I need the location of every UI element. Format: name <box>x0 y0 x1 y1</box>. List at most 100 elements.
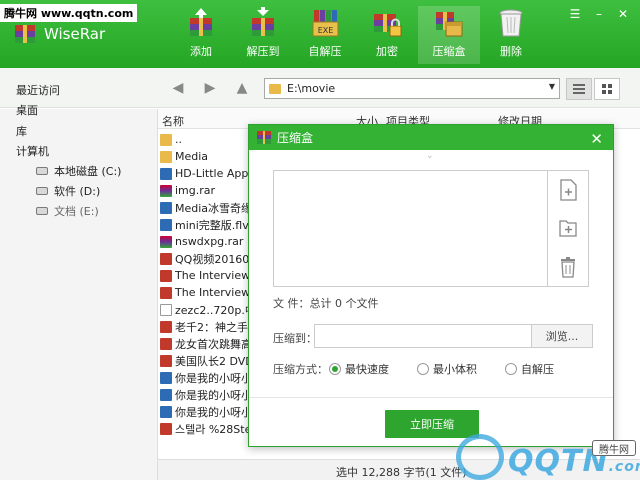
list-view-icon <box>573 84 585 94</box>
window-controls: ☰ – ✕ <box>566 6 632 22</box>
add-label: 添加 <box>190 45 212 58</box>
file-name: nswdxpg.rar <box>175 235 244 248</box>
video-file-icon <box>160 201 172 214</box>
hard-drive-icon <box>36 207 48 215</box>
sidebar-item-label: 文档 (E:) <box>54 205 99 218</box>
video-file-icon <box>160 405 172 418</box>
watermark-site-label: 腾牛网 www.qqtn.com <box>0 4 138 22</box>
add-file-icon[interactable] <box>558 179 578 201</box>
folder-icon <box>269 83 281 94</box>
table-row[interactable]: HD-Little Apple <box>160 165 258 182</box>
back-arrow-icon[interactable]: ◀ <box>170 80 186 96</box>
file-name: .. <box>175 133 182 146</box>
compress-now-button[interactable]: 立即压缩 <box>385 410 479 438</box>
chevron-down-icon[interactable]: ▼ <box>549 82 555 91</box>
dialog-close-icon[interactable]: ✕ <box>590 130 603 148</box>
browse-button[interactable]: 浏览... <box>531 324 593 348</box>
dialog-title: 压缩盒 <box>277 131 314 145</box>
grid-view-button[interactable] <box>594 78 620 100</box>
path-combobox[interactable]: E:\movie ▼ <box>264 78 560 99</box>
mp4-file-icon <box>160 337 172 350</box>
compress-box-icon <box>436 12 463 37</box>
watermark-tag: 腾牛网 <box>592 440 636 456</box>
extract-button[interactable]: 解压到 <box>232 6 294 64</box>
add-button[interactable]: 添加 <box>170 6 232 64</box>
compress-box-button[interactable]: 压缩盒 <box>418 6 480 64</box>
close-icon[interactable]: ✕ <box>614 6 632 22</box>
add-archive-icon <box>190 8 212 36</box>
mode-smallest-label: 最小体积 <box>433 363 477 376</box>
encrypt-icon <box>374 14 402 37</box>
mp4-file-icon <box>160 320 172 333</box>
sidebar-item-recent[interactable]: 最近访问 <box>16 82 60 98</box>
trash-icon[interactable] <box>558 256 578 278</box>
mp4-file-icon <box>160 269 172 282</box>
file-name: mini完整版.flv <box>175 218 249 232</box>
sidebar-item-label: 最近访问 <box>16 84 60 97</box>
status-text: 选中 12,288 字节(1 文件) <box>336 466 467 479</box>
file-drop-area[interactable] <box>273 170 547 287</box>
sidebar-item-label: 计算机 <box>16 145 49 158</box>
menu-icon[interactable]: ☰ <box>566 6 584 22</box>
extract-icon <box>252 7 274 36</box>
file-name: 美国队长2 DVDs <box>175 354 260 368</box>
delete-label: 删除 <box>500 45 522 58</box>
title-toolbar-bar: 腾牛网 www.qqtn.com WiseRar 添加 解压到 EXE 自解压 … <box>0 0 640 68</box>
mode-sfx-label: 自解压 <box>521 363 554 376</box>
radio-unchecked-icon <box>417 363 429 375</box>
mp4-file-icon <box>160 286 172 299</box>
sfx-button[interactable]: EXE 自解压 <box>294 6 356 64</box>
file-name: HD-Little Apple <box>175 167 259 180</box>
delete-button[interactable]: 删除 <box>480 6 542 64</box>
file-name: img.rar <box>175 184 216 197</box>
app-title: WiseRar <box>44 25 106 43</box>
trash-icon <box>499 9 523 37</box>
table-row[interactable]: .. <box>160 131 182 148</box>
hard-drive-icon <box>36 187 48 195</box>
add-folder-icon[interactable] <box>558 217 578 239</box>
sidebar-item-desktop[interactable]: 桌面 <box>16 102 38 118</box>
rar-file-icon <box>160 184 172 197</box>
sidebar-item-label: 桌面 <box>16 104 38 117</box>
file-count-text: 文 件：总计 0 个文件 <box>273 297 379 310</box>
mode-fastest-radio[interactable]: 最快速度 <box>329 361 389 377</box>
column-name[interactable]: 名称 <box>162 113 184 129</box>
toolbar: 添加 解压到 EXE 自解压 加密 压缩盒 删除 <box>170 6 542 64</box>
table-row[interactable]: mini完整版.flv <box>160 216 249 233</box>
compress-box-label: 压缩盒 <box>432 45 466 58</box>
mp4-file-icon <box>160 354 172 367</box>
dialog-titlebar: 压缩盒 <box>249 125 613 150</box>
sidebar-item-drive-e[interactable]: 文档 (E:) <box>36 203 99 219</box>
winrar-logo-icon <box>15 25 35 43</box>
table-row[interactable]: img.rar <box>160 182 215 199</box>
sidebar-item-label: 本地磁盘 (C:) <box>54 165 122 178</box>
sidebar-item-label: 库 <box>16 125 27 138</box>
video-file-icon <box>160 167 172 180</box>
sidebar-item-library[interactable]: 库 <box>16 123 27 139</box>
forward-arrow-icon[interactable]: ▶ <box>202 80 218 96</box>
list-view-button[interactable] <box>566 78 592 100</box>
mode-smallest-radio[interactable]: 最小体积 <box>417 361 477 377</box>
hard-drive-icon <box>36 167 48 175</box>
rar-file-icon <box>160 235 172 248</box>
table-row[interactable]: Media <box>160 148 208 165</box>
up-arrow-icon[interactable]: ▲ <box>234 80 250 96</box>
watermark-logo-suffix: .com <box>608 459 640 475</box>
winrar-logo-icon <box>257 131 271 144</box>
video-file-icon <box>160 218 172 231</box>
destination-label: 压缩到： <box>273 332 317 345</box>
table-row[interactable]: nswdxpg.rar <box>160 233 243 250</box>
mode-sfx-radio[interactable]: 自解压 <box>505 361 554 377</box>
table-row[interactable]: 老千2：神之手.H <box>160 318 260 335</box>
sidebar-item-computer[interactable]: 计算机 <box>16 143 49 159</box>
minimize-icon[interactable]: – <box>590 6 608 22</box>
sidebar-item-drive-c[interactable]: 本地磁盘 (C:) <box>36 163 121 179</box>
sidebar-item-drive-d[interactable]: 软件 (D:) <box>36 183 100 199</box>
destination-input[interactable] <box>314 324 532 348</box>
sfx-exe-icon: EXE <box>312 10 339 37</box>
double-chevron-down-icon: ⌄ <box>426 151 434 161</box>
table-row[interactable]: 美国队长2 DVDs <box>160 352 260 369</box>
navigation-bar: ◀ ▶ ▲ E:\movie ▼ <box>0 68 640 108</box>
svg-text:EXE: EXE <box>318 26 334 35</box>
encrypt-button[interactable]: 加密 <box>356 6 418 64</box>
